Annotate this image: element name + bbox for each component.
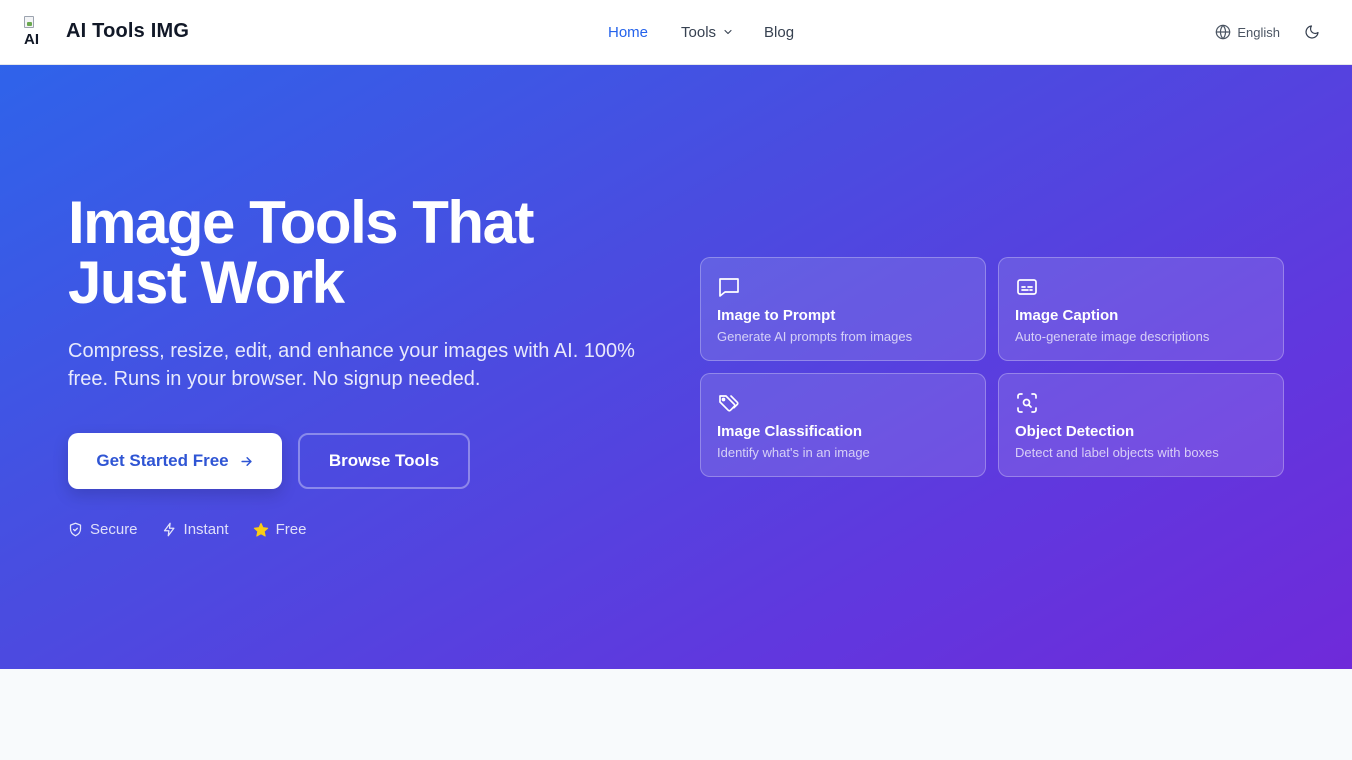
feature-secure: Secure	[68, 521, 138, 538]
message-square-icon	[719, 278, 739, 297]
language-label: English	[1237, 24, 1280, 40]
tool-card-image-to-prompt[interactable]: Image to Prompt Generate AI prompts from…	[700, 257, 986, 361]
feature-secure-label: Secure	[90, 521, 138, 538]
tool-card-title: Image Classification	[717, 423, 863, 440]
tool-card-description: Auto-generate image descriptions	[1015, 329, 1210, 344]
next-section	[0, 669, 1352, 760]
tool-card-title: Object Detection	[1015, 423, 1135, 440]
star-icon	[253, 522, 268, 537]
tool-card-image-caption[interactable]: Image Caption Auto-generate image descri…	[998, 257, 1284, 361]
get-started-button[interactable]: Get Started Free	[68, 433, 282, 489]
tool-card-title: Image Caption	[1015, 307, 1119, 324]
globe-icon	[1216, 24, 1231, 40]
feature-free-label: Free	[275, 521, 307, 538]
nav-tools[interactable]: Tools	[681, 24, 734, 41]
shield-check-icon	[69, 522, 82, 537]
tool-card-title: Image to Prompt	[717, 307, 836, 324]
hero-title: Image Tools That Just Work	[68, 193, 628, 313]
broken-image-icon	[24, 16, 34, 28]
language-switcher[interactable]: English	[1215, 24, 1280, 40]
logo-image: AI	[24, 16, 46, 46]
brand-name: AI Tools IMG	[66, 19, 190, 42]
header-actions: English	[1215, 0, 1320, 64]
feature-instant-label: Instant	[183, 521, 229, 538]
browse-tools-button[interactable]: Browse Tools	[298, 433, 470, 489]
tool-card-description: Detect and label objects with boxes	[1015, 445, 1219, 460]
nav-home[interactable]: Home	[608, 24, 648, 41]
logo-link[interactable]: AI AI Tools IMG	[24, 16, 189, 46]
tool-card-object-detection[interactable]: Object Detection Detect and label object…	[998, 373, 1284, 477]
chevron-down-icon	[724, 29, 732, 35]
scan-search-icon	[1017, 393, 1037, 413]
tags-icon	[719, 395, 739, 412]
feature-badges: Secure Instant Free	[68, 521, 330, 538]
main-nav: Home Tools Blog	[608, 0, 794, 64]
hero-subtitle: Compress, resize, edit, and enhance your…	[68, 340, 635, 390]
hero-section: Image Tools That Just Work Compress, res…	[0, 65, 1352, 669]
tool-card-image-classification[interactable]: Image Classification Identify what's in …	[700, 373, 986, 477]
tool-card-description: Identify what's in an image	[717, 445, 870, 460]
moon-icon	[1305, 25, 1319, 39]
hero-title-line1: Image Tools That	[68, 189, 534, 256]
nav-tools-label: Tools	[681, 23, 717, 41]
hero-title-line2: Just Work	[68, 249, 345, 316]
feature-instant: Instant	[162, 521, 229, 538]
get-started-label: Get Started Free	[96, 451, 229, 470]
feature-free: Free	[253, 521, 307, 538]
arrow-right-icon	[241, 456, 252, 466]
logo-alt-text: AI	[24, 31, 39, 46]
nav-blog[interactable]: Blog	[764, 24, 794, 41]
tool-card-description: Generate AI prompts from images	[717, 329, 913, 344]
zap-icon	[163, 522, 175, 537]
theme-toggle[interactable]	[1304, 24, 1320, 40]
captions-icon	[1017, 279, 1037, 295]
browse-tools-label: Browse Tools	[328, 451, 440, 470]
top-header: AI AI Tools IMG Home Tools Blog English	[0, 0, 1352, 65]
